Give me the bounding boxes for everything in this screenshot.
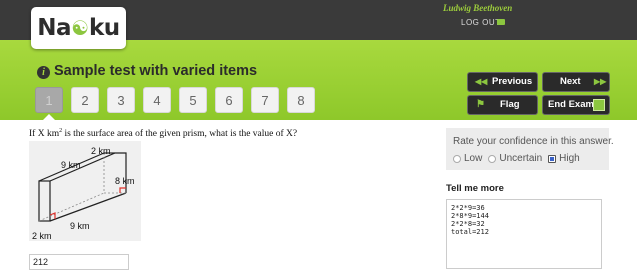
test-title: Sample test with varied items: [54, 63, 258, 79]
question-button-4[interactable]: 4: [143, 87, 171, 113]
question-text-end: is the surface area of the given prism, …: [62, 129, 298, 140]
end-exam-button[interactable]: End Exam: [542, 95, 610, 115]
previous-label: Previous: [492, 76, 533, 87]
figure-label-bottom: 9 km: [70, 221, 90, 231]
confidence-high-label[interactable]: High: [559, 153, 580, 164]
confidence-title: Rate your confidence in this answer.: [453, 136, 614, 147]
question-button-6[interactable]: 6: [215, 87, 243, 113]
question-text: If X km2 is the surface area of the give…: [29, 128, 297, 139]
logout-link[interactable]: LOG OUT: [461, 18, 501, 27]
fast-forward-icon: ▶▶: [594, 77, 607, 86]
logo-text-left: Na: [37, 15, 72, 41]
confidence-panel: Rate your confidence in this answer. Low…: [446, 128, 614, 170]
previous-button[interactable]: ◀◀ Previous: [467, 72, 538, 92]
flag-button[interactable]: ⚑ Flag: [467, 95, 538, 115]
confidence-low-radio[interactable]: [453, 154, 461, 163]
tell-me-more-title: Tell me more: [446, 183, 504, 194]
figure-label-top: 2 km: [91, 146, 111, 156]
question-button-2[interactable]: 2: [71, 87, 99, 113]
end-exam-label: End Exam: [548, 99, 594, 110]
logout-icon[interactable]: [497, 19, 505, 25]
question-button-1[interactable]: 1: [35, 87, 63, 113]
current-question-pointer: [43, 114, 55, 120]
logo-person-icon: ☯: [71, 17, 90, 40]
rewind-icon: ◀◀: [475, 77, 488, 86]
prism-figure: 2 km 9 km 8 km 9 km 2 km: [29, 141, 141, 241]
question-button-5[interactable]: 5: [179, 87, 207, 113]
info-icon[interactable]: i: [37, 66, 50, 79]
next-button[interactable]: Next ▶▶: [542, 72, 610, 92]
tell-me-more-textarea[interactable]: 2*2*9=36 2*8*9=144 2*2*8=32 total=212: [446, 199, 602, 269]
question-button-7[interactable]: 7: [251, 87, 279, 113]
confidence-options: Low Uncertain High: [453, 153, 586, 164]
confidence-uncertain-label[interactable]: Uncertain: [499, 153, 542, 164]
next-label: Next: [560, 76, 581, 87]
logo-text-right: ku: [89, 15, 120, 41]
question-button-8[interactable]: 8: [287, 87, 315, 113]
question-button-3[interactable]: 3: [107, 87, 135, 113]
naiku-logo[interactable]: Na ☯ ku: [31, 7, 126, 49]
figure-label-bottom-left: 2 km: [32, 231, 52, 241]
end-exam-icon: [593, 99, 605, 111]
flag-icon: ⚑: [476, 99, 485, 110]
question-navigator: 1 2 3 4 5 6 7 8: [35, 87, 315, 113]
prism-drawing: 2 km 9 km 8 km 9 km 2 km: [32, 146, 135, 241]
confidence-uncertain-radio[interactable]: [488, 154, 497, 163]
answer-input[interactable]: [29, 254, 129, 270]
user-name: Ludwig Beethoven: [443, 3, 513, 13]
question-text-start: If X km: [29, 129, 60, 140]
confidence-low-label[interactable]: Low: [464, 153, 482, 164]
figure-label-right: 8 km: [115, 176, 135, 186]
figure-label-top-left: 9 km: [61, 160, 81, 170]
flag-label: Flag: [500, 99, 520, 110]
confidence-high-radio[interactable]: [548, 154, 557, 163]
